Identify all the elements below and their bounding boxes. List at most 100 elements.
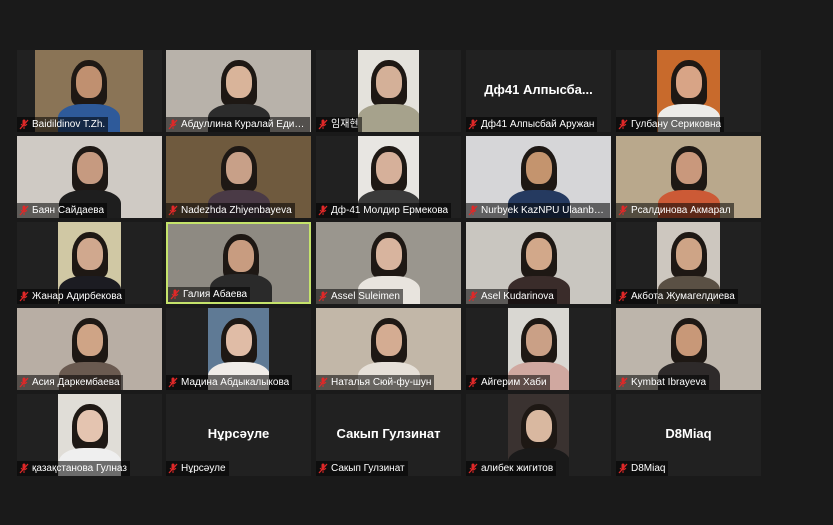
participant-tile[interactable]: Наталья Сюй-фу-шун (316, 308, 461, 390)
participant-display-name: Дф41 Алпысба... (484, 82, 593, 97)
participant-name: Мадина Абдыкалыкова (181, 377, 290, 388)
participant-tile[interactable]: D8Miaq D8Miaq (616, 394, 761, 476)
participant-body (358, 104, 419, 132)
participant-face (525, 324, 552, 356)
participant-name: Нұрсәуле (181, 463, 226, 474)
participant-name: Жанар Адирбекова (32, 291, 122, 302)
participant-video (358, 50, 419, 132)
participant-display-name: D8Miaq (665, 426, 712, 441)
microphone-muted-icon (468, 463, 478, 474)
microphone-muted-icon (318, 377, 328, 388)
participant-tile[interactable]: Акбота Жумагелдиева (616, 222, 761, 304)
participant-tile[interactable]: қазақстанова Гулназ (17, 394, 162, 476)
participant-tile[interactable]: Абдуллина Куралай Едило... (166, 50, 311, 132)
participant-tile[interactable]: Nadezhda Zhiyenbayeva (166, 136, 311, 218)
participant-face (375, 324, 402, 356)
microphone-muted-icon (468, 119, 478, 130)
participant-name: Сакып Гулзинат (331, 463, 405, 474)
participant-name-label: Акбота Жумагелдиева (616, 289, 738, 304)
participant-name-label: Рсалдинова Акмарал (616, 203, 734, 218)
participant-tile[interactable]: Асия Даркембаева (17, 308, 162, 390)
participant-name: Асия Даркембаева (32, 377, 120, 388)
participant-display-name: Нұрсәуле (207, 426, 270, 441)
participant-name: Baidildinov T.Zh. (32, 119, 106, 130)
microphone-muted-icon (168, 463, 178, 474)
participant-tile[interactable]: 임재현 (316, 50, 461, 132)
participant-face (525, 152, 552, 184)
microphone-muted-icon (618, 463, 628, 474)
participant-tile[interactable]: Assel Suleimen (316, 222, 461, 304)
participant-name-label: Nurbyek KazNPU Ulaanba... (466, 203, 610, 218)
participant-name-label: Нұрсәуле (166, 461, 229, 476)
participant-name-label: Галия Абаева (168, 287, 251, 302)
participant-face (227, 240, 254, 272)
participant-face (675, 324, 702, 356)
microphone-muted-icon (468, 291, 478, 302)
microphone-muted-icon (170, 289, 180, 300)
microphone-muted-icon (19, 205, 29, 216)
participant-face (375, 238, 402, 270)
participant-name-label: Assel Suleimen (316, 289, 403, 304)
participant-name-label: Мадина Абдыкалыкова (166, 375, 293, 390)
participant-name: Рсалдинова Акмарал (631, 205, 731, 216)
participant-name-label: Наталья Сюй-фу-шун (316, 375, 435, 390)
participant-name-label: 임재현 (316, 117, 362, 132)
participant-name: Дф41 Алпысбай Аружан (481, 119, 595, 130)
participant-name: алибек жигитов (481, 463, 554, 474)
participant-tile[interactable]: Жанар Адирбекова (17, 222, 162, 304)
participant-tile[interactable]: Нұрсәуле Нұрсәуле (166, 394, 311, 476)
participant-tile[interactable]: алибек жигитов (466, 394, 611, 476)
participant-name: Kymbat Ibrayeva (631, 377, 707, 388)
microphone-muted-icon (318, 291, 328, 302)
participant-face (675, 152, 702, 184)
participant-face (225, 66, 252, 98)
participant-tile[interactable]: Дф41 Алпысба... Дф41 Алпысбай Аружан (466, 50, 611, 132)
microphone-muted-icon (618, 205, 628, 216)
participant-tile[interactable]: Дф-41 Молдир Ермекова (316, 136, 461, 218)
participant-display-name: Сакып Гулзинат (336, 426, 441, 441)
participant-name: Абдуллина Куралай Едило... (181, 119, 307, 130)
microphone-muted-icon (19, 463, 29, 474)
participant-tile[interactable]: Nurbyek KazNPU Ulaanba... (466, 136, 611, 218)
participant-tile[interactable]: Kymbat Ibrayeva (616, 308, 761, 390)
participant-name-label: Kymbat Ibrayeva (616, 375, 710, 390)
participant-tile[interactable]: Баян Сайдаева (17, 136, 162, 218)
participant-name: Акбота Жумагелдиева (631, 291, 735, 302)
participant-face (76, 238, 103, 270)
participant-tile[interactable]: Baidildinov T.Zh. (17, 50, 162, 132)
participant-tile[interactable]: Гулбану Сериковна (616, 50, 761, 132)
microphone-muted-icon (168, 119, 178, 130)
participant-name-label: D8Miaq (616, 461, 669, 476)
microphone-muted-icon (19, 291, 29, 302)
participant-face (675, 66, 702, 98)
participant-name: Nadezhda Zhiyenbayeva (181, 205, 292, 216)
participant-tile[interactable]: Asel Kudarinova (466, 222, 611, 304)
participant-name-label: Nadezhda Zhiyenbayeva (166, 203, 295, 218)
microphone-muted-icon (618, 377, 628, 388)
microphone-muted-icon (318, 119, 328, 130)
microphone-muted-icon (168, 205, 178, 216)
participant-tile[interactable]: Айгерим Хаби (466, 308, 611, 390)
participant-face (225, 324, 252, 356)
participant-name-label: Baidildinov T.Zh. (17, 117, 109, 132)
participant-tile[interactable]: Рсалдинова Акмарал (616, 136, 761, 218)
participant-face (525, 238, 552, 270)
participant-face (675, 238, 702, 270)
participant-tile[interactable]: Галия Абаева (166, 222, 311, 304)
participant-face (76, 324, 103, 356)
participant-name: Дф-41 Молдир Ермекова (331, 205, 449, 216)
participant-name-label: Жанар Адирбекова (17, 289, 125, 304)
participant-face (225, 152, 252, 184)
participant-name: Asel Kudarinova (481, 291, 554, 302)
participant-face (76, 152, 103, 184)
participant-name: Баян Сайдаева (32, 205, 105, 216)
participant-name-label: Гулбану Сериковна (616, 117, 725, 132)
participant-face (76, 66, 102, 98)
participant-face (525, 410, 552, 442)
participant-tile[interactable]: Сакып Гулзинат Сакып Гулзинат (316, 394, 461, 476)
participant-name-label: Баян Сайдаева (17, 203, 108, 218)
participant-tile[interactable]: Мадина Абдыкалыкова (166, 308, 311, 390)
participant-name: 임재현 (331, 119, 359, 130)
participant-name: Галия Абаева (183, 289, 248, 300)
microphone-muted-icon (618, 119, 628, 130)
